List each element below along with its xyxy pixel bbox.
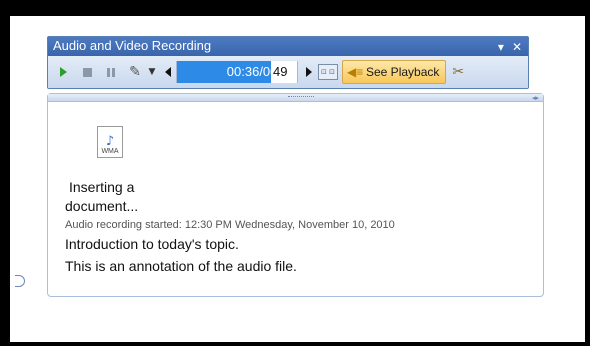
caret-down-icon: ▼	[148, 67, 156, 77]
view-mode-icon: ⊡ ⊡	[321, 68, 335, 76]
intro-text[interactable]: Introduction to today's topic.	[65, 236, 239, 252]
inserting-text-line1: Inserting a	[69, 179, 135, 195]
stop-icon	[82, 67, 92, 77]
page-edge-handle[interactable]	[15, 275, 25, 287]
play-icon	[59, 67, 67, 77]
see-playback-label: See Playback	[366, 65, 440, 79]
audio-video-recording-toolbar: Audio and Video Recording ▾ ✕ ✎ ▼ 00:36/…	[47, 36, 529, 89]
see-playback-button[interactable]: ◀≡ See Playback	[342, 60, 447, 84]
pause-icon	[107, 67, 115, 77]
stop-button[interactable]	[76, 61, 98, 83]
music-note-icon: ♪	[105, 134, 115, 149]
forward-button[interactable]	[302, 61, 316, 83]
annotation-text[interactable]: This is an annotation of the audio file.	[65, 258, 297, 274]
toolbar-titlebar: Audio and Video Recording ▾ ✕	[48, 37, 528, 56]
rewind-button[interactable]	[162, 61, 174, 83]
pen-icon: ✎	[129, 64, 141, 80]
note-container[interactable]: ◂▸ ♪ WMA Inserting a document... Audio r…	[47, 93, 544, 297]
inserting-text-line2: document...	[65, 198, 139, 214]
pen-dropdown-button[interactable]: ▼	[148, 61, 160, 83]
pen-button[interactable]: ✎	[124, 61, 146, 83]
time-tail: 49	[271, 61, 297, 83]
speaker-icon: ◀≡	[347, 65, 364, 79]
time-display: 00:36/00: 49	[177, 61, 297, 83]
chevron-down-icon[interactable]: ▾	[498, 38, 504, 56]
play-button[interactable]	[52, 61, 74, 83]
right-arrow-icon	[306, 67, 312, 77]
tools-icon[interactable]: ✂	[452, 64, 464, 80]
toolbar-title: Audio and Video Recording	[53, 38, 212, 53]
note-container-bar[interactable]: ◂▸	[48, 94, 543, 102]
toolbar-controls: ✎ ▼ 00:36/00: 49 ⊡ ⊡ ◀≡ See Playback ✂	[48, 56, 528, 88]
pause-button[interactable]	[100, 61, 122, 83]
recording-metadata: Audio recording started: 12:30 PM Wednes…	[65, 219, 395, 231]
close-icon[interactable]: ✕	[512, 38, 522, 56]
wma-file-icon[interactable]: ♪ WMA	[97, 126, 123, 158]
onenote-page: Audio and Video Recording ▾ ✕ ✎ ▼ 00:36/…	[10, 16, 585, 342]
view-mode-button[interactable]: ⊡ ⊡	[318, 64, 338, 80]
file-type-label: WMA	[101, 148, 119, 155]
time-position-field[interactable]: 00:36/00: 49	[176, 61, 298, 83]
note-grip-handle[interactable]	[288, 96, 314, 99]
left-arrow-icon	[165, 67, 171, 77]
note-corner-icon[interactable]: ◂▸	[532, 94, 539, 102]
